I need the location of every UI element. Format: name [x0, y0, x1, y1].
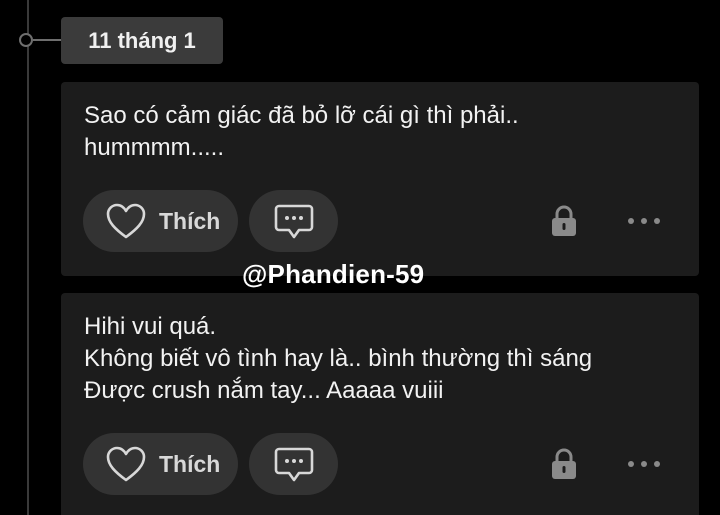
post-text: Sao có cảm giác đã bỏ lỡ cái gì thì phải…	[84, 102, 519, 161]
heart-icon	[106, 203, 146, 239]
like-label: Thích	[159, 208, 221, 234]
heart-icon	[106, 446, 146, 482]
more-horizontal-icon[interactable]	[626, 216, 662, 226]
comment-button[interactable]	[249, 190, 338, 252]
timeline-connector	[33, 39, 61, 41]
post-text: Hihi vui quá. Không biết vô tình hay là.…	[84, 313, 593, 404]
lock-icon[interactable]	[549, 447, 579, 481]
timeline-line	[27, 0, 29, 515]
date-label: 11 tháng 1	[61, 17, 223, 64]
comment-button[interactable]	[249, 433, 338, 495]
more-horizontal-icon[interactable]	[626, 459, 662, 469]
comment-icon	[274, 447, 314, 482]
post-card: Hihi vui quá. Không biết vô tình hay là.…	[61, 293, 699, 515]
comment-icon	[274, 204, 314, 239]
post-card: Sao có cảm giác đã bỏ lỡ cái gì thì phải…	[61, 82, 699, 276]
like-label: Thích	[159, 451, 221, 477]
lock-icon[interactable]	[549, 204, 579, 238]
like-button[interactable]: Thích	[83, 433, 238, 495]
watermark: @Phandien-59	[242, 259, 425, 289]
like-button[interactable]: Thích	[83, 190, 238, 252]
timeline-node	[19, 33, 33, 47]
